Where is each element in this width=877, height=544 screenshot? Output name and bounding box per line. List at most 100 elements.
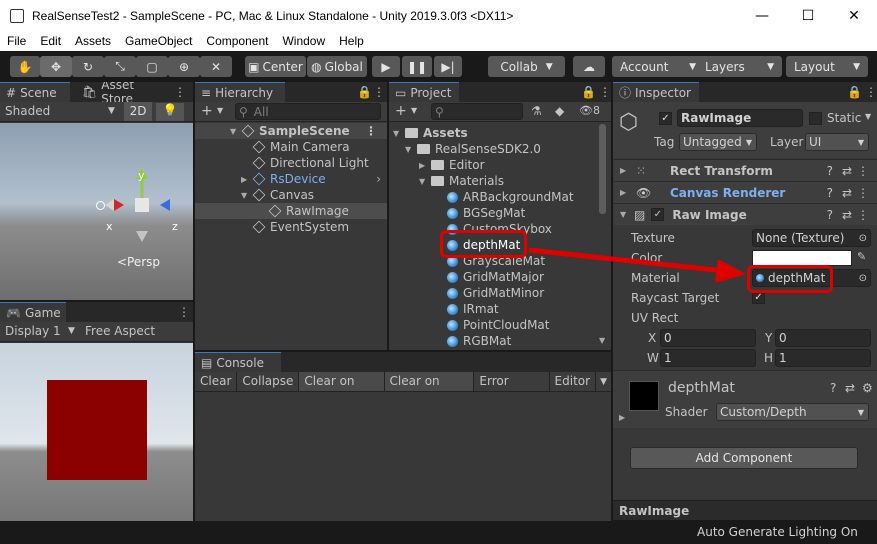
tag-dropdown[interactable]: Untagged ▼ [679,133,757,151]
component-canvas-renderer[interactable]: ▶ 👁 Canvas Renderer? ⇄ ⋮ [614,181,877,203]
panel-menu-icon[interactable]: ⋮ [859,82,877,102]
help-icon[interactable]: ? [827,164,833,178]
error-pause-button[interactable]: Error Pause [474,372,550,407]
asset-arbackgroundmat[interactable]: ARBackgroundMat [447,189,574,205]
close-button[interactable]: ✕ [831,0,877,31]
presets-icon[interactable]: ⇄ [845,381,855,395]
scale-tool-icon[interactable]: ⤡ [104,56,136,77]
clear-on-build-button[interactable]: Clear on Build [384,372,475,407]
tree-item-eventsystem[interactable]: EventSystem [252,219,349,235]
chevron-right-icon[interactable]: › [376,172,381,186]
texture-field[interactable]: None (Texture) ⊙ [752,229,871,247]
panel-menu-icon[interactable]: ⋮ [593,82,611,102]
menu-assets[interactable]: Assets [68,34,118,48]
tree-item-rsdevice[interactable]: ▶ RsDevice › [241,171,387,187]
collapse-button[interactable]: Collapse [237,372,300,391]
create-plus-icon[interactable]: + [201,103,213,119]
asset-pointcloudmat[interactable]: PointCloudMat [447,317,549,333]
tree-item-samplescene[interactable]: ▼ SampleScene ⋮ [195,123,387,139]
tab-console[interactable]: ▤ Console [195,352,281,372]
layer-dropdown[interactable]: UI ▼ [805,133,869,151]
custom-tool-icon[interactable]: ✕ [200,56,232,77]
pivot-global-button[interactable]: ◍ Global [307,56,367,77]
display-dropdown[interactable]: Display 1 [5,324,61,338]
tab-asset-store[interactable]: 🛍 Asset Store [76,82,160,102]
asset-bgsegmat[interactable]: BGSegMat [447,205,525,221]
tab-project[interactable]: ▭ Project [389,82,459,102]
menu-file[interactable]: File [0,34,33,48]
folder-realsensesdk[interactable]: ▼ RealSenseSDK2.0 [405,141,541,157]
layers-dropdown[interactable]: Layers ▼ [697,56,782,77]
shader-dropdown[interactable]: Custom/Depth ▼ [716,403,869,421]
color-swatch[interactable] [752,250,852,266]
asset-gridmatminor[interactable]: GridMatMinor [447,285,544,301]
presets-icon[interactable]: ⇄ [842,164,852,178]
step-button[interactable]: ▶| [434,56,462,77]
component-rect-transform[interactable]: ▶ ⁙ Rect Transform? ⇄ ⋮ [614,159,877,181]
panel-menu-icon[interactable]: ⋮ [365,124,377,138]
layout-dropdown[interactable]: Layout ▼ [786,56,868,77]
object-picker-icon[interactable]: ⊙ [859,273,867,284]
maximize-button[interactable]: ☐ [785,0,831,31]
clear-button[interactable]: Clear [195,372,238,391]
settings-gear-icon[interactable]: ⚙ [862,381,873,395]
project-search-input[interactable]: ⚲ [431,103,523,120]
tab-hierarchy[interactable]: ≡ Hierarchy [195,82,285,102]
preview-bar[interactable]: RawImage [613,500,877,520]
menu-window[interactable]: Window [275,34,332,48]
uv-x-input[interactable]: 0 [660,329,756,347]
shading-mode-dropdown[interactable]: Shaded [5,104,50,118]
uv-h-input[interactable]: 1 [775,349,871,367]
pivot-center-button[interactable]: ▣ Center [245,56,306,77]
expand-arrow-icon[interactable]: ▶ [619,413,625,422]
eyedropper-icon[interactable]: ✎ [857,250,866,263]
panel-menu-icon[interactable]: ⋮ [168,82,186,102]
rect-tool-icon[interactable]: ▢ [136,56,168,77]
hierarchy-search-input[interactable]: ⚲ All [235,103,381,120]
component-menu-icon[interactable]: ⋮ [857,186,869,200]
minimize-button[interactable]: — [739,0,785,31]
tree-item-directional-light[interactable]: Directional Light [252,155,369,171]
cloud-button[interactable]: ☁ [573,56,605,77]
active-checkbox[interactable]: ✓ [659,112,672,125]
hand-tool-icon[interactable]: ✋ [10,56,40,77]
object-picker-icon[interactable]: ⊙ [859,233,867,244]
presets-icon[interactable]: ⇄ [842,208,852,222]
panel-menu-icon[interactable]: ⋮ [367,82,385,102]
transform-tool-icon[interactable]: ⊕ [168,56,200,77]
menu-gameobject[interactable]: GameObject [118,34,199,48]
asset-rgbmat[interactable]: RGBMat [447,333,511,349]
editor-dropdown[interactable]: Editor [550,372,597,391]
folder-materials[interactable]: ▼ Materials [419,173,504,189]
scene-view[interactable]: y x z <Persp [0,123,193,300]
move-tool-icon[interactable]: ✥ [40,56,72,77]
help-icon[interactable]: ? [830,381,836,395]
scroll-down-icon[interactable]: ▼ [599,336,605,345]
project-scrollbar[interactable] [599,124,606,214]
object-name-input[interactable]: RawImage [677,109,803,127]
projection-label[interactable]: <Persp [117,255,160,269]
uv-y-input[interactable]: 0 [775,329,871,347]
component-menu-icon[interactable]: ⋮ [857,208,869,222]
tree-item-rawimage[interactable]: RawImage [195,203,387,219]
rotate-tool-icon[interactable]: ↻ [72,56,104,77]
asset-gridmatmajor[interactable]: GridMatMajor [447,269,544,285]
filter-type-icon[interactable]: ⚗ [531,104,542,118]
clear-on-play-button[interactable]: Clear on Play [299,372,385,407]
play-button[interactable]: ▶ [372,56,400,77]
account-dropdown[interactable]: Account ▼ [612,56,704,77]
folder-editor[interactable]: ▶ Editor [419,157,485,173]
create-plus-icon[interactable]: + [395,103,407,119]
component-menu-icon[interactable]: ⋮ [857,164,869,178]
aspect-dropdown[interactable]: Free Aspect [85,324,155,338]
help-icon[interactable]: ? [827,186,833,200]
game-view[interactable] [0,343,193,544]
menu-component[interactable]: Component [199,34,275,48]
asset-irmat[interactable]: IRmat [447,301,499,317]
2d-toggle[interactable]: 2D [124,102,152,121]
component-raw-image[interactable]: ▼ ▨ ✓ Raw Image? ⇄ ⋮ [614,203,877,225]
menu-help[interactable]: Help [332,34,371,48]
collab-button[interactable]: Collab ▼ [488,56,565,77]
presets-icon[interactable]: ⇄ [842,186,852,200]
tab-game[interactable]: 🎮 Game [0,302,66,322]
